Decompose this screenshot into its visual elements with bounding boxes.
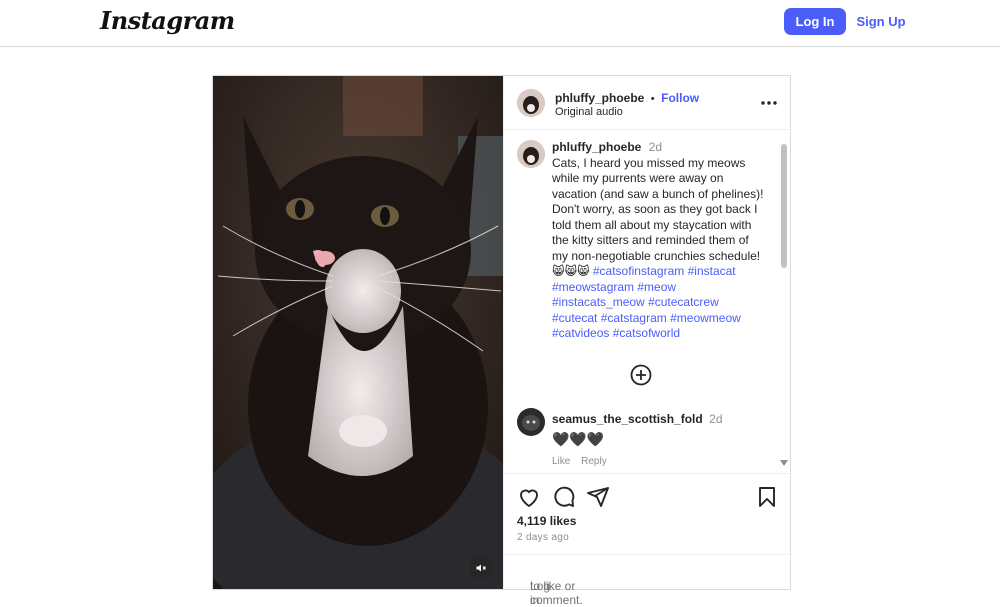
follow-button[interactable]: Follow bbox=[661, 91, 699, 105]
comments-panel[interactable]: phluffy_phoebe 2d Cats, I heard you miss… bbox=[504, 130, 792, 474]
comment: seamus_the_scottish_fold 2d 🖤🖤🖤 Like Rep… bbox=[552, 410, 777, 467]
post-card: phluffy_phoebe • Follow Original audio p… bbox=[212, 75, 792, 607]
caption-author-avatar[interactable] bbox=[517, 140, 545, 168]
scrollbar-thumb[interactable] bbox=[781, 144, 787, 268]
post-caption: phluffy_phoebe 2d Cats, I heard you miss… bbox=[552, 140, 767, 342]
comment-icon bbox=[554, 486, 575, 507]
hashtag[interactable]: #cutecatcrew bbox=[648, 295, 719, 309]
hashtag[interactable]: #meow bbox=[637, 280, 676, 294]
hashtag[interactable]: #instacat bbox=[688, 264, 736, 278]
load-more-comments-button[interactable] bbox=[630, 364, 652, 386]
login-prompt: Log in to like or comment. bbox=[504, 554, 792, 607]
comment-like-button[interactable]: Like bbox=[552, 456, 570, 467]
post-sidebar: phluffy_phoebe • Follow Original audio p… bbox=[503, 76, 792, 607]
caption-text: Cats, I heard you missed my meows while … bbox=[552, 155, 764, 279]
caption-author[interactable]: phluffy_phoebe bbox=[552, 140, 641, 154]
caption-time: 2d bbox=[648, 140, 663, 154]
share-icon bbox=[587, 487, 609, 507]
more-icon bbox=[761, 101, 777, 105]
comment-reply-button[interactable]: Reply bbox=[581, 456, 607, 467]
hashtag[interactable]: #meowmeow bbox=[670, 311, 741, 325]
top-navigation-bar: Instagram Log In Sign Up bbox=[0, 0, 1000, 47]
comments-scrollbar[interactable] bbox=[780, 144, 788, 466]
post-date[interactable]: 2 days ago bbox=[517, 532, 569, 543]
comment-button[interactable] bbox=[552, 485, 576, 509]
cat-photo bbox=[213, 76, 503, 589]
post-header: phluffy_phoebe • Follow Original audio bbox=[504, 76, 792, 130]
comment-text: 🖤🖤🖤 bbox=[552, 431, 605, 447]
more-options-button[interactable] bbox=[760, 94, 778, 112]
load-more-icon bbox=[630, 364, 652, 386]
hashtag[interactable]: #catsofworld bbox=[613, 326, 680, 340]
audio-label[interactable]: Original audio bbox=[555, 106, 623, 118]
dot-separator: • bbox=[650, 93, 655, 105]
signup-button[interactable]: Sign Up bbox=[852, 8, 910, 35]
like-count[interactable]: 4,119 likes bbox=[517, 514, 576, 528]
login-button[interactable]: Log In bbox=[784, 8, 846, 35]
share-button[interactable] bbox=[586, 485, 610, 509]
comment-time: 2d bbox=[709, 412, 723, 426]
login-prompt-text: to like or comment. bbox=[530, 579, 583, 607]
mute-icon bbox=[476, 564, 486, 571]
author-username[interactable]: phluffy_phoebe bbox=[555, 91, 644, 105]
hashtag[interactable]: #catsofinstagram bbox=[593, 264, 684, 278]
like-button[interactable] bbox=[517, 485, 541, 509]
scroll-down-arrow-icon[interactable] bbox=[780, 460, 788, 466]
hashtag[interactable]: #catstagram bbox=[601, 311, 667, 325]
like-icon bbox=[520, 489, 538, 507]
hashtag[interactable]: #catvideos bbox=[552, 326, 609, 340]
save-button[interactable] bbox=[755, 485, 779, 509]
post-actions: 4,119 likes 2 days ago Log in to like or… bbox=[504, 474, 792, 607]
save-icon bbox=[759, 487, 775, 507]
author-avatar[interactable] bbox=[517, 89, 545, 117]
instagram-logo[interactable]: Instagram bbox=[100, 6, 235, 35]
commenter-avatar[interactable] bbox=[517, 408, 545, 436]
mute-button[interactable] bbox=[469, 556, 492, 579]
hashtag[interactable]: #meowstagram bbox=[552, 280, 634, 294]
hashtag[interactable]: #cutecat bbox=[552, 311, 597, 325]
hashtag[interactable]: #instacats_meow bbox=[552, 295, 645, 309]
post-video[interactable] bbox=[213, 76, 503, 589]
comment-author[interactable]: seamus_the_scottish_fold bbox=[552, 412, 703, 426]
